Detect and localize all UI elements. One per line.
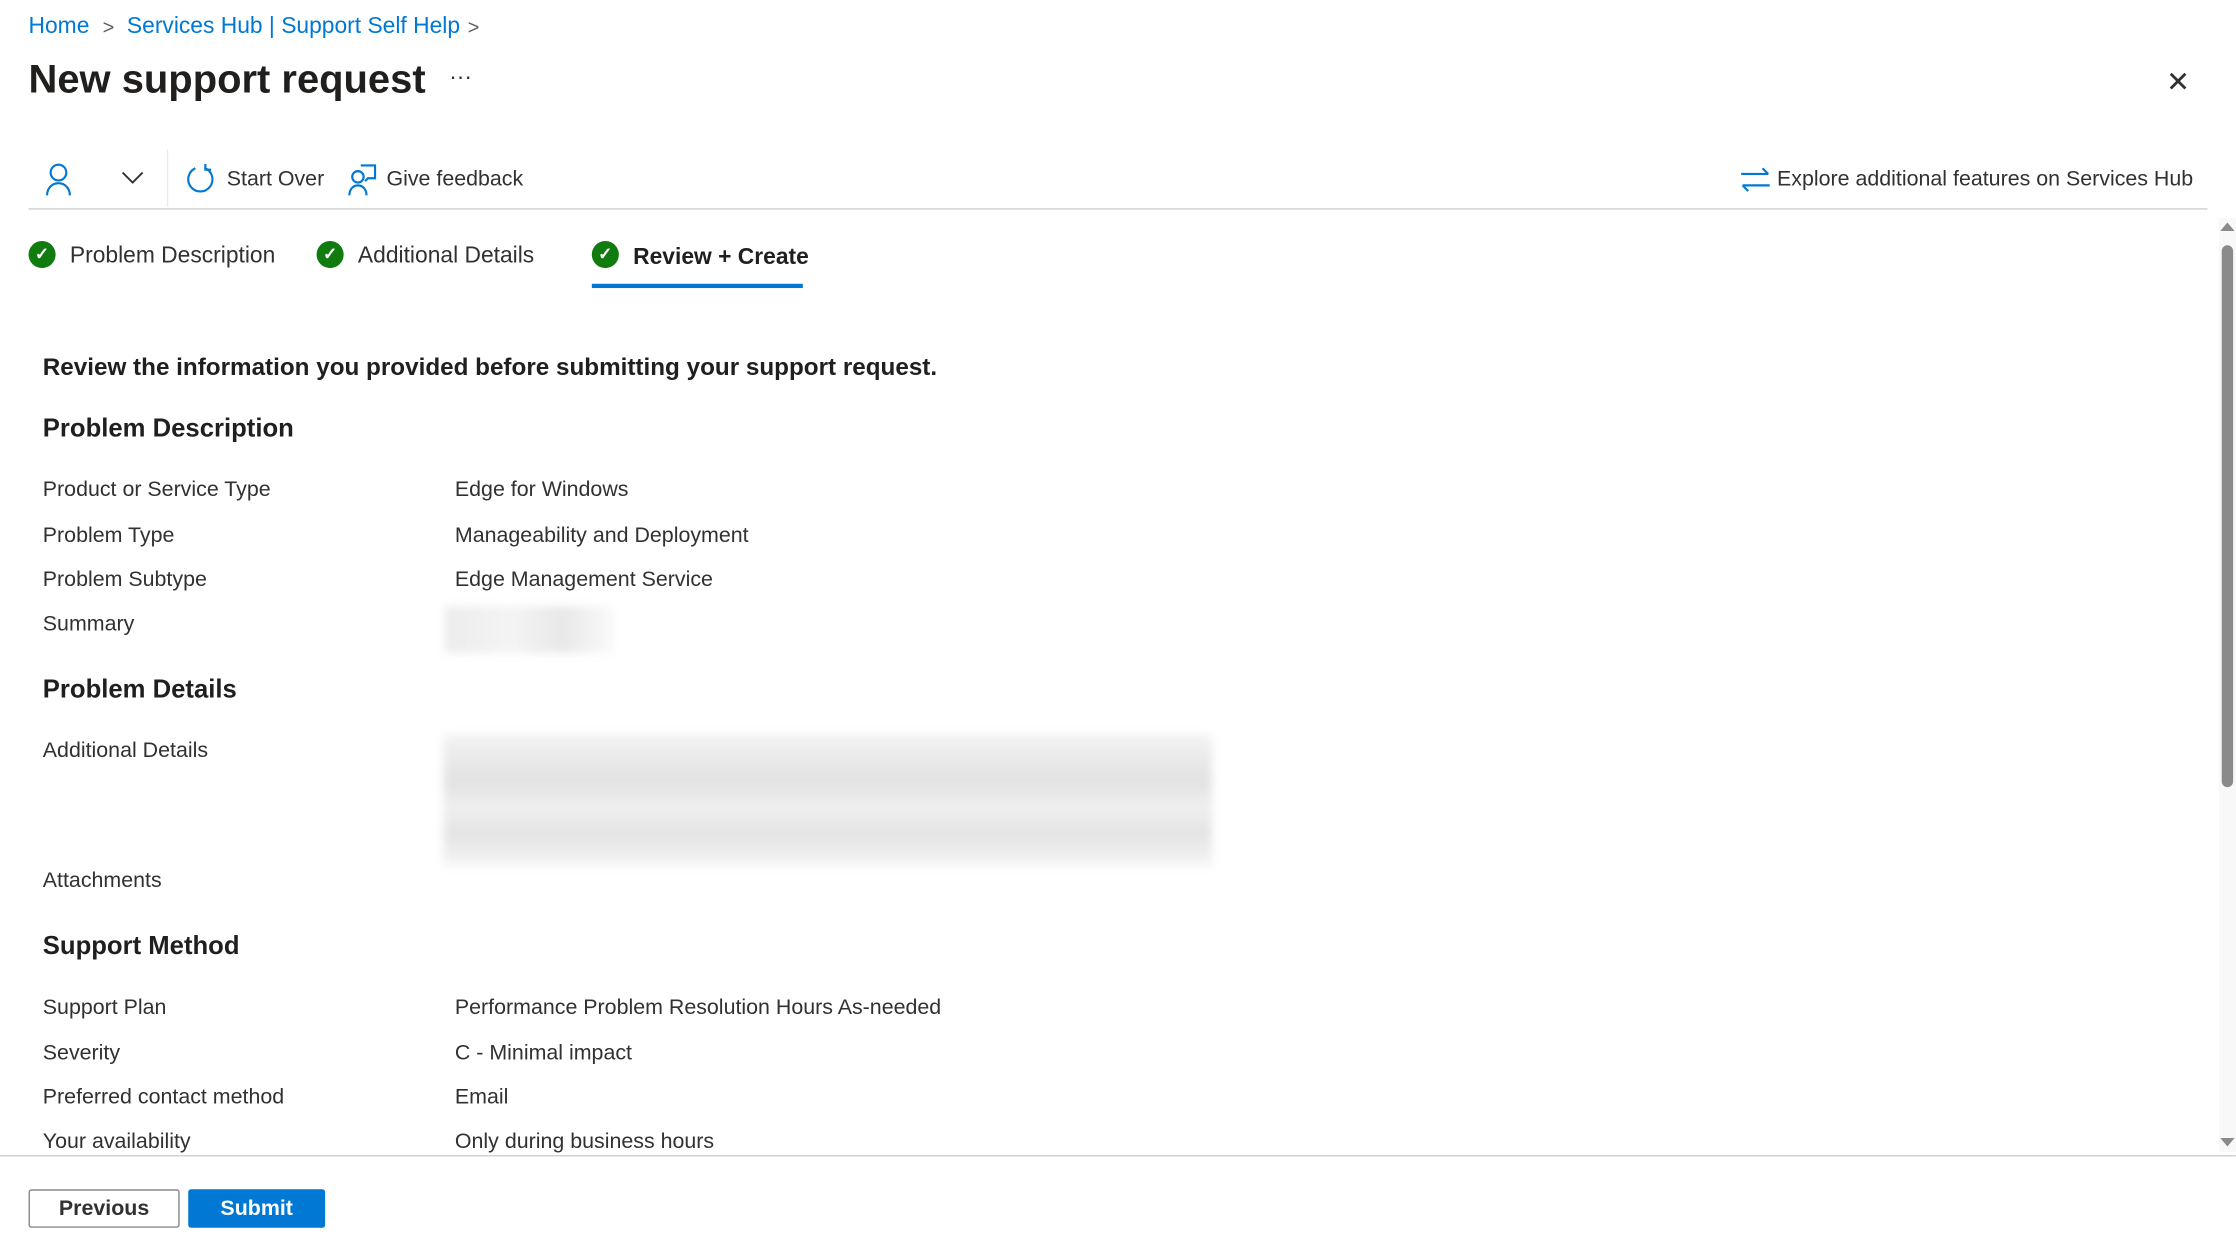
field-value: Email (454, 1085, 509, 1110)
section-support-method: Support Method (42, 931, 240, 960)
give-feedback-button[interactable]: Give feedback (347, 163, 523, 204)
chevron-right-icon: > (102, 15, 115, 39)
scrollbar[interactable] (2218, 218, 2236, 1153)
tab-review-create[interactable]: ✓ Review + Create (591, 240, 809, 289)
page-title: New support request (28, 57, 426, 102)
review-intro: Review the information you provided befo… (42, 353, 938, 381)
give-feedback-label: Give feedback (386, 166, 524, 192)
field-label: Problem Type (42, 523, 175, 548)
tab-label: Additional Details (357, 243, 535, 269)
chevron-down-icon[interactable] (120, 168, 146, 194)
field-value: Manageability and Deployment (454, 523, 749, 548)
field-value: C - Minimal impact (454, 1040, 632, 1066)
field-value: Performance Problem Resolution Hours As-… (454, 995, 942, 1020)
field-label: Additional Details (42, 738, 209, 763)
tab-label: Review + Create (633, 245, 809, 270)
field-label: Preferred contact method (42, 1085, 285, 1110)
chevron-right-icon: > (467, 15, 480, 39)
summary-redacted (444, 606, 614, 654)
field-label: Your availability (42, 1129, 191, 1154)
section-problem-details: Problem Details (42, 674, 237, 704)
field-label: Problem Subtype (42, 567, 207, 592)
scrollbar-thumb[interactable] (2221, 245, 2234, 788)
more-options-icon[interactable]: ··· (449, 66, 472, 92)
check-circle-icon: ✓ (28, 240, 56, 269)
start-over-button[interactable]: Start Over (185, 163, 324, 204)
tab-label: Problem Description (69, 243, 276, 269)
field-label: Product or Service Type (42, 477, 271, 502)
field-label: Summary (42, 611, 135, 636)
divider (28, 208, 2208, 210)
user-icon[interactable] (43, 163, 74, 204)
scroll-up-icon[interactable] (2220, 222, 2235, 232)
submit-button[interactable]: Submit (188, 1189, 326, 1228)
close-icon[interactable]: ✕ (2166, 64, 2190, 100)
field-value: Only during business hours (454, 1129, 715, 1154)
breadcrumb-home[interactable]: Home (29, 14, 90, 40)
breadcrumb-services-hub[interactable]: Services Hub | Support Self Help (127, 14, 460, 40)
footer-divider (0, 1155, 2236, 1157)
additional-details-redacted (443, 734, 1213, 868)
scroll-down-icon[interactable] (2220, 1137, 2235, 1147)
explore-features-link[interactable]: Explore additional features on Services … (1740, 163, 2193, 197)
field-value: Edge Management Service (454, 567, 713, 592)
field-label: Support Plan (42, 995, 167, 1020)
feedback-icon (348, 164, 377, 196)
start-over-label: Start Over (226, 166, 325, 192)
active-tab-indicator (591, 283, 803, 289)
toolbar-divider (166, 149, 169, 207)
explore-label: Explore additional features on Services … (1777, 166, 2194, 192)
switch-arrows-icon (1741, 167, 1770, 192)
section-problem-description: Problem Description (42, 413, 294, 443)
field-label: Severity (42, 1040, 121, 1066)
previous-button[interactable]: Previous (28, 1189, 180, 1228)
field-label: Attachments (42, 868, 162, 893)
refresh-icon (187, 163, 214, 193)
field-value: Edge for Windows (454, 477, 629, 502)
check-circle-icon: ✓ (591, 240, 619, 269)
check-circle-icon: ✓ (316, 240, 344, 269)
